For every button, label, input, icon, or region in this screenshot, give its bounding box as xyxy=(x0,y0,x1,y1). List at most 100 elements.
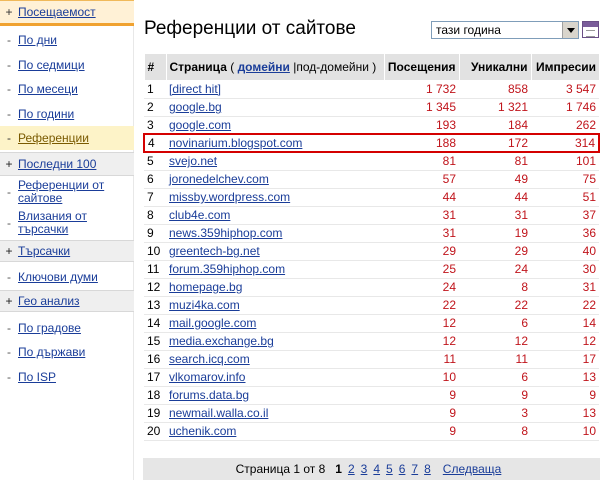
row-index: 13 xyxy=(144,296,166,315)
expand-icon: + xyxy=(5,4,13,19)
bullet-icon: - xyxy=(7,57,11,72)
row-uniques: 858 xyxy=(459,80,531,99)
row-index: 14 xyxy=(144,314,166,333)
row-page-link[interactable]: greentech-bg.net xyxy=(169,244,260,258)
sidebar-item-7[interactable]: + Последни 100 xyxy=(0,152,134,176)
pagination-page-link[interactable]: 6 xyxy=(399,462,406,476)
row-page-link[interactable]: vlkomarov.info xyxy=(169,370,245,384)
row-index: 15 xyxy=(144,332,166,351)
row-page-link-cell: search.icq.com xyxy=(166,350,384,369)
row-impressions: 37 xyxy=(531,206,599,225)
sidebar-item-12[interactable]: + Гео анализ xyxy=(0,290,134,312)
row-uniques: 8 xyxy=(459,422,531,441)
row-page-link[interactable]: forums.data.bg xyxy=(169,388,249,402)
row-impressions: 14 xyxy=(531,314,599,333)
row-uniques: 24 xyxy=(459,260,531,279)
row-page-link[interactable]: forum.359hiphop.com xyxy=(169,262,285,276)
sidebar-item-8[interactable]: - Референции от сайтове xyxy=(0,177,134,207)
calendar-icon[interactable] xyxy=(582,21,599,38)
sidebar-item-label[interactable]: Посещаемост xyxy=(18,5,96,19)
sidebar-item-4[interactable]: - По месеци xyxy=(0,79,134,99)
row-uniques: 9 xyxy=(459,386,531,405)
row-index: 4 xyxy=(143,133,166,153)
pagination-page-link[interactable]: 4 xyxy=(373,462,380,476)
row-page-link[interactable]: [direct hit] xyxy=(169,82,221,96)
period-select[interactable]: тази година xyxy=(431,21,579,39)
row-page-link[interactable]: google.bg xyxy=(169,100,222,114)
sidebar-item-label[interactable]: Референции xyxy=(18,131,89,145)
subdomains-label: под-домейни xyxy=(296,60,369,74)
row-impressions: 3 547 xyxy=(531,80,599,99)
row-visits: 57 xyxy=(384,170,459,189)
sidebar-item-15[interactable]: - По ISP xyxy=(0,367,134,387)
row-page-link-cell: forum.359hiphop.com xyxy=(166,260,384,279)
row-page-link[interactable]: joronedelchev.com xyxy=(169,172,269,186)
sidebar-item-label[interactable]: Търсачки xyxy=(18,244,70,258)
bullet-icon: - xyxy=(7,320,11,335)
pagination-page-link[interactable]: 8 xyxy=(424,462,431,476)
row-page-link[interactable]: search.icq.com xyxy=(169,352,250,366)
sidebar-item-11[interactable]: - Ключови думи xyxy=(0,266,134,288)
sidebar-item-2[interactable]: - По дни xyxy=(0,30,134,50)
row-visits: 12 xyxy=(384,314,459,333)
col-visits-header: Посещения xyxy=(383,54,459,80)
row-page-link[interactable]: club4e.com xyxy=(169,208,230,222)
row-index: 1 xyxy=(144,80,166,99)
pagination-page-link[interactable]: 5 xyxy=(386,462,393,476)
sidebar-item-label[interactable]: Гео анализ xyxy=(18,294,80,308)
table-row: 12 homepage.bg 24 8 31 xyxy=(144,278,599,297)
domains-link[interactable]: домейни xyxy=(238,60,290,74)
row-page-link[interactable]: svejo.net xyxy=(169,154,217,168)
row-page-link[interactable]: homepage.bg xyxy=(169,280,242,294)
sidebar-item-label[interactable]: Последни 100 xyxy=(18,157,96,171)
expand-icon: + xyxy=(5,243,13,258)
sidebar-item-label[interactable]: По градове xyxy=(18,321,81,335)
sidebar-item-label[interactable]: По държави xyxy=(18,345,85,359)
row-visits: 188 xyxy=(384,133,459,153)
sidebar-item-label[interactable]: По месеци xyxy=(18,82,78,96)
sidebar-item-5[interactable]: - По години xyxy=(0,104,134,124)
pagination-next-link[interactable]: Следваща xyxy=(443,462,502,476)
table-row: 2 google.bg 1 345 1 321 1 746 xyxy=(144,98,599,117)
row-visits: 31 xyxy=(384,206,459,225)
pagination-page-link[interactable]: 7 xyxy=(411,462,418,476)
sidebar-item-10[interactable]: + Търсачки xyxy=(0,240,134,262)
row-page-link[interactable]: google.com xyxy=(169,118,231,132)
sidebar-item-6[interactable]: - Референции xyxy=(0,126,134,150)
sidebar-item-9[interactable]: - Влизания от търсачки xyxy=(0,208,134,238)
row-page-link[interactable]: news.359hiphop.com xyxy=(169,226,282,240)
sidebar-item-3[interactable]: - По седмици xyxy=(0,55,134,75)
row-impressions: 9 xyxy=(531,386,599,405)
row-page-link-cell: newmail.walla.co.il xyxy=(166,404,384,423)
row-uniques: 8 xyxy=(459,278,531,297)
sidebar-item-label[interactable]: По дни xyxy=(18,33,57,47)
pagination-page-link[interactable]: 3 xyxy=(361,462,368,476)
row-page-link-cell: missby.wordpress.com xyxy=(166,188,384,207)
row-page-link[interactable]: uchenik.com xyxy=(169,424,236,438)
sidebar-item-label[interactable]: По седмици xyxy=(18,58,85,72)
pagination-page-link[interactable]: 2 xyxy=(348,462,355,476)
row-page-link[interactable]: missby.wordpress.com xyxy=(169,190,290,204)
sidebar-item-1[interactable]: + Посещаемост xyxy=(0,0,134,26)
row-impressions: 101 xyxy=(531,152,599,171)
sidebar-item-13[interactable]: - По градове xyxy=(0,318,134,338)
row-impressions: 75 xyxy=(531,170,599,189)
sidebar-item-14[interactable]: - По държави xyxy=(0,342,134,362)
col-impressions-header: Импресии xyxy=(530,54,599,80)
table-row: 20 uchenik.com 9 8 10 xyxy=(144,422,599,441)
row-page-link[interactable]: muzi4ka.com xyxy=(169,298,240,312)
sidebar-item-label[interactable]: По ISP xyxy=(18,370,56,384)
bullet-icon: - xyxy=(7,269,11,284)
row-page-link[interactable]: mail.google.com xyxy=(169,316,256,330)
row-page-link[interactable]: media.exchange.bg xyxy=(169,334,274,348)
table-row: 15 media.exchange.bg 12 12 12 xyxy=(144,332,599,351)
row-page-link[interactable]: novinarium.blogspot.com xyxy=(169,136,302,150)
table-row: 11 forum.359hiphop.com 25 24 30 xyxy=(144,260,599,279)
sidebar-item-label[interactable]: Влизания от търсачки xyxy=(18,210,130,236)
sidebar-item-label[interactable]: Референции от сайтове xyxy=(18,179,130,205)
chevron-down-icon[interactable] xyxy=(562,22,578,38)
sidebar-item-label[interactable]: По години xyxy=(18,107,74,121)
sidebar-item-label[interactable]: Ключови думи xyxy=(18,270,98,284)
row-page-link-cell: [direct hit] xyxy=(166,80,384,99)
row-page-link[interactable]: newmail.walla.co.il xyxy=(169,406,268,420)
